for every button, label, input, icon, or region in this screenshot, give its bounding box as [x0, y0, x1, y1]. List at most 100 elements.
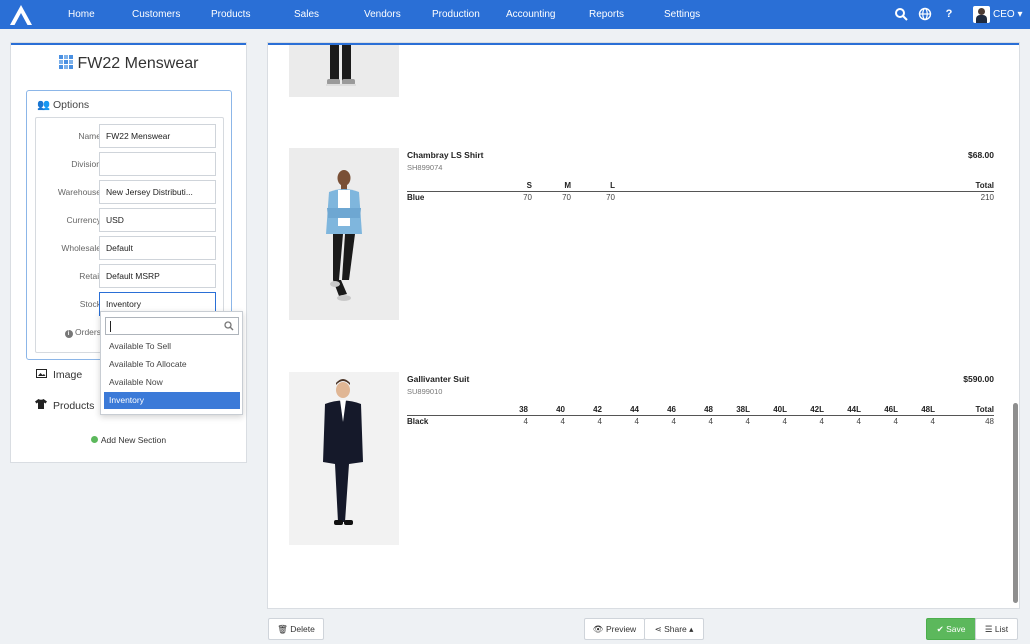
add-new-section-button[interactable]: Add New Section	[11, 435, 246, 445]
shirt-icon	[35, 399, 47, 412]
size-header: 42L	[787, 404, 824, 416]
grid-icon	[58, 55, 74, 70]
qty-cell: 4	[782, 417, 787, 427]
qty-cell: 4	[523, 417, 528, 427]
qty-cell: 70	[562, 193, 571, 203]
total-cell: 210	[980, 193, 994, 203]
preview-label: Preview	[605, 624, 637, 634]
dropdown-option-inventory[interactable]: Inventory	[104, 392, 240, 409]
table-row: Black 4 4 4 4 4 4 4 4 4 4 4 4 48	[407, 415, 994, 428]
nav-home[interactable]: Home	[68, 0, 95, 29]
size-header: 48	[676, 404, 713, 416]
name-label: Name	[78, 131, 101, 141]
nav-vendors[interactable]: Vendors	[364, 0, 401, 29]
check-icon: ✔	[936, 624, 944, 634]
size-header: 46L	[861, 404, 898, 416]
color-column-header	[407, 404, 504, 416]
orders-label-text: Orders	[75, 327, 101, 337]
nav-products[interactable]: Products	[211, 0, 250, 29]
qty-cell: 4	[597, 417, 602, 427]
nav-sales[interactable]: Sales	[294, 0, 319, 29]
preview-scrollbar[interactable]	[1013, 403, 1018, 603]
size-header: 42	[565, 404, 602, 416]
division-label: Division	[71, 159, 101, 169]
qty-cell: 70	[523, 193, 532, 203]
currency-label: Currency	[66, 215, 101, 225]
name-field[interactable]: FW22 Menswear	[99, 124, 216, 148]
options-label: Options	[53, 99, 90, 111]
text-cursor	[110, 321, 111, 332]
avatar[interactable]	[973, 6, 990, 23]
dropdown-option-available-to-allocate[interactable]: Available To Allocate	[104, 356, 240, 373]
wholesale-label: Wholesale	[61, 243, 101, 253]
color-cell: Blue	[407, 193, 425, 203]
nav-accounting[interactable]: Accounting	[506, 0, 555, 29]
preview-button[interactable]: 👁 Preview	[584, 618, 645, 640]
stock-label: Stock	[79, 299, 101, 309]
info-icon: i	[64, 330, 73, 338]
image-icon	[35, 369, 47, 381]
total-header: Total	[615, 180, 994, 192]
size-header: S	[515, 180, 532, 192]
search-icon[interactable]	[894, 7, 908, 21]
nav-reports[interactable]: Reports	[589, 0, 624, 29]
total-cell: 48	[985, 417, 994, 427]
size-quantity-table: S M L Total Blue 70 70 70 210	[407, 180, 994, 204]
wholesale-select[interactable]: Default	[99, 236, 216, 260]
nav-production[interactable]: Production	[432, 0, 480, 29]
list-label: List	[994, 624, 1009, 634]
options-heading[interactable]: 👥 Options	[37, 98, 89, 111]
save-label: Save	[946, 624, 966, 634]
size-header: 40	[528, 404, 565, 416]
qty-cell: 4	[634, 417, 639, 427]
list-button[interactable]: ☰ List	[975, 618, 1018, 640]
users-icon: 👥	[37, 99, 51, 111]
size-header: M	[532, 180, 571, 192]
user-menu[interactable]: CEO ▾	[993, 0, 1022, 29]
wholesale-row: Wholesale Default	[36, 236, 225, 260]
plus-icon	[90, 436, 98, 443]
qty-cell: 4	[893, 417, 898, 427]
product-image	[289, 372, 399, 545]
currency-row: Currency USD	[36, 208, 225, 232]
globe-icon[interactable]	[918, 7, 932, 21]
catalog-preview: Chambray LS Shirt SH899074 $68.00 S M L …	[268, 43, 1019, 608]
nav-settings[interactable]: Settings	[664, 0, 700, 29]
dropdown-option-available-to-sell[interactable]: Available To Sell	[104, 338, 240, 355]
trash-icon: 🗑	[277, 624, 288, 634]
qty-cell: 4	[708, 417, 713, 427]
qty-cell: 4	[930, 417, 935, 427]
dropdown-option-available-now[interactable]: Available Now	[104, 374, 240, 391]
qty-cell: 4	[560, 417, 565, 427]
dropdown-search-input[interactable]	[105, 317, 239, 335]
size-header: 48L	[898, 404, 935, 416]
section-products[interactable]: Products	[35, 399, 94, 412]
product-name: Chambray LS Shirt	[407, 150, 484, 160]
save-button[interactable]: ✔ Save	[926, 618, 976, 640]
table-row: Blue 70 70 70 210	[407, 191, 994, 204]
size-header: 38L	[713, 404, 750, 416]
section-image[interactable]: Image	[35, 369, 82, 381]
section-image-label: Image	[53, 369, 83, 381]
share-button[interactable]: ⋖ Share ▴	[644, 618, 704, 640]
share-icon: ⋖	[654, 624, 662, 634]
nav-customers[interactable]: Customers	[132, 0, 180, 29]
top-navbar: Home Customers Products Sales Vendors Pr…	[0, 0, 1030, 29]
total-header: Total	[935, 404, 994, 416]
warehouse-row: Warehouse New Jersey Distributi...	[36, 180, 225, 204]
delete-label: Delete	[290, 624, 315, 634]
product-name: Gallivanter Suit	[407, 374, 470, 384]
currency-select[interactable]: USD	[99, 208, 216, 232]
retail-select[interactable]: Default MSRP	[99, 264, 216, 288]
warehouse-select[interactable]: New Jersey Distributi...	[99, 180, 216, 204]
division-field[interactable]	[99, 152, 216, 176]
orders-label: i Orders	[64, 320, 101, 344]
caret-up-icon: ▴	[689, 624, 694, 634]
color-cell: Black	[407, 417, 429, 427]
division-row: Division	[36, 152, 225, 176]
qty-cell: 4	[745, 417, 750, 427]
app-logo-icon[interactable]	[9, 4, 33, 26]
warehouse-label: Warehouse	[57, 187, 101, 197]
help-icon[interactable]: ?	[942, 7, 956, 21]
delete-button[interactable]: 🗑 Delete	[268, 618, 324, 640]
